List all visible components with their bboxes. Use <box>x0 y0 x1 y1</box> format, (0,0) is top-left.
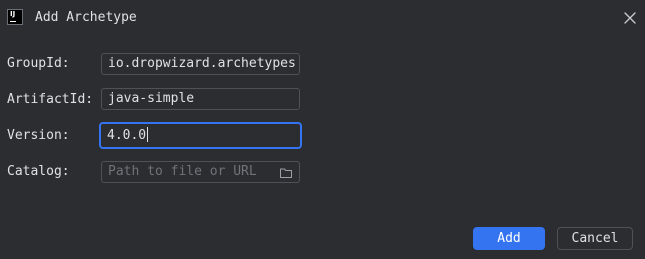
text-caret <box>147 127 149 142</box>
version-value: 4.0.0 <box>107 128 147 143</box>
folder-icon[interactable] <box>279 165 293 179</box>
version-field[interactable]: 4.0.0 <box>99 122 302 149</box>
cancel-button[interactable]: Cancel <box>557 227 633 250</box>
dialog-titlebar: IJ Add Archetype <box>0 0 645 36</box>
catalog-field[interactable]: Path to file or URL <box>101 161 300 183</box>
artifact-id-value: java-simple <box>108 91 195 106</box>
close-icon[interactable] <box>622 10 638 26</box>
add-archetype-dialog: IJ Add Archetype GroupId: io.dropwizard.… <box>0 0 645 259</box>
add-button[interactable]: Add <box>473 227 545 250</box>
catalog-placeholder: Path to file or URL <box>108 164 257 179</box>
artifact-id-label: ArtifactId: <box>7 92 94 107</box>
group-id-label: GroupId: <box>7 56 70 71</box>
dialog-title: Add Archetype <box>35 10 137 25</box>
intellij-idea-icon: IJ <box>7 9 23 25</box>
catalog-label: Catalog: <box>7 164 70 179</box>
version-label: Version: <box>7 128 70 143</box>
group-id-field[interactable]: io.dropwizard.archetypes <box>101 53 300 75</box>
group-id-value: io.dropwizard.archetypes <box>108 56 296 71</box>
version-value-wrap: 4.0.0 <box>107 127 149 144</box>
artifact-id-field[interactable]: java-simple <box>101 88 300 110</box>
